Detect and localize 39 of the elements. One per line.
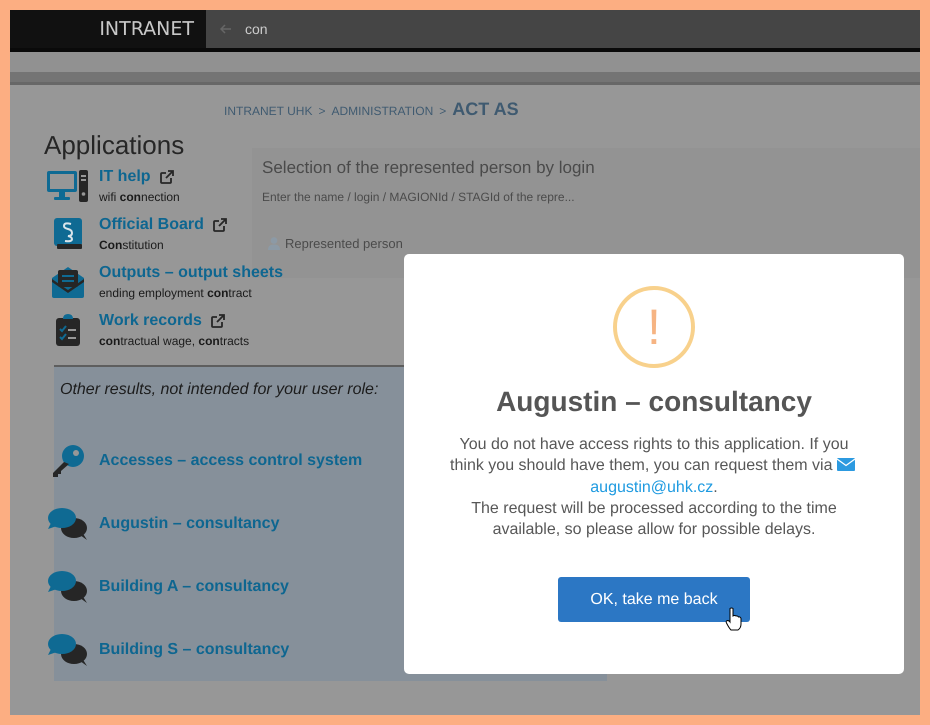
hand-cursor-icon: [725, 607, 742, 631]
app-link[interactable]: Outputs – output sheets: [99, 264, 283, 282]
search-field[interactable]: con: [206, 10, 920, 48]
app-entry[interactable]: Outputs – output sheets ending employment contract: [99, 264, 283, 300]
section-note: Other results, not intended for your user role:: [60, 381, 380, 399]
dialog-message: The request will be processed according to the time available, so please allow for possible delays.: [470, 499, 838, 540]
external-link-icon[interactable]: [210, 314, 225, 328]
panel-title: Applications: [44, 130, 186, 161]
app-description: Constitution: [99, 238, 165, 252]
app-description: ending employment contract: [99, 286, 253, 300]
page-title: ACT AS: [452, 99, 519, 120]
dialog-title: Augustin – consultancy: [496, 386, 812, 418]
breadcrumb-item[interactable]: >: [439, 104, 446, 118]
logo-text: INTRANET: [99, 18, 194, 40]
chat-bubbles-icon: [46, 632, 90, 666]
breadcrumb-item[interactable]: ADMINISTRATION: [331, 104, 434, 118]
section-heading: Selection of the represented person by login: [262, 158, 596, 178]
app-link[interactable]: Building A – consultancy: [99, 578, 289, 596]
computer-icon: [46, 168, 90, 202]
breadcrumb-item[interactable]: >: [318, 104, 326, 118]
chat-bubbles-icon: [46, 570, 90, 604]
email-link[interactable]: augustin@uhk.cz: [590, 479, 714, 496]
app-link[interactable]: Work records: [99, 312, 202, 330]
app-link[interactable]: Official Board: [99, 216, 204, 234]
app-description: contractual wage, contracts: [99, 334, 250, 348]
field-label: Represented person: [285, 236, 403, 251]
app-link[interactable]: IT help: [99, 168, 151, 186]
chat-bubbles-icon: [46, 506, 90, 540]
breadcrumb-item[interactable]: INTRANET UHK: [224, 104, 312, 118]
app-link[interactable]: Accesses – access control system: [99, 452, 362, 470]
app-link[interactable]: Building S – consultancy: [99, 640, 290, 658]
external-link-icon[interactable]: [160, 170, 174, 184]
app-description: wifi connection: [99, 190, 180, 204]
app-link[interactable]: Augustin – consultancy: [99, 514, 280, 532]
warning-icon: !: [613, 286, 695, 368]
ok-button[interactable]: OK, take me back: [558, 577, 750, 622]
hint-text: Enter the name / login / MAGIONId / STAGId of the repre...: [262, 190, 576, 204]
external-link-icon[interactable]: [212, 218, 227, 232]
dialog-message: You do not have access rights to this application. If you think you should have them, you can request them via augustin@uhk.cz.: [448, 434, 860, 498]
